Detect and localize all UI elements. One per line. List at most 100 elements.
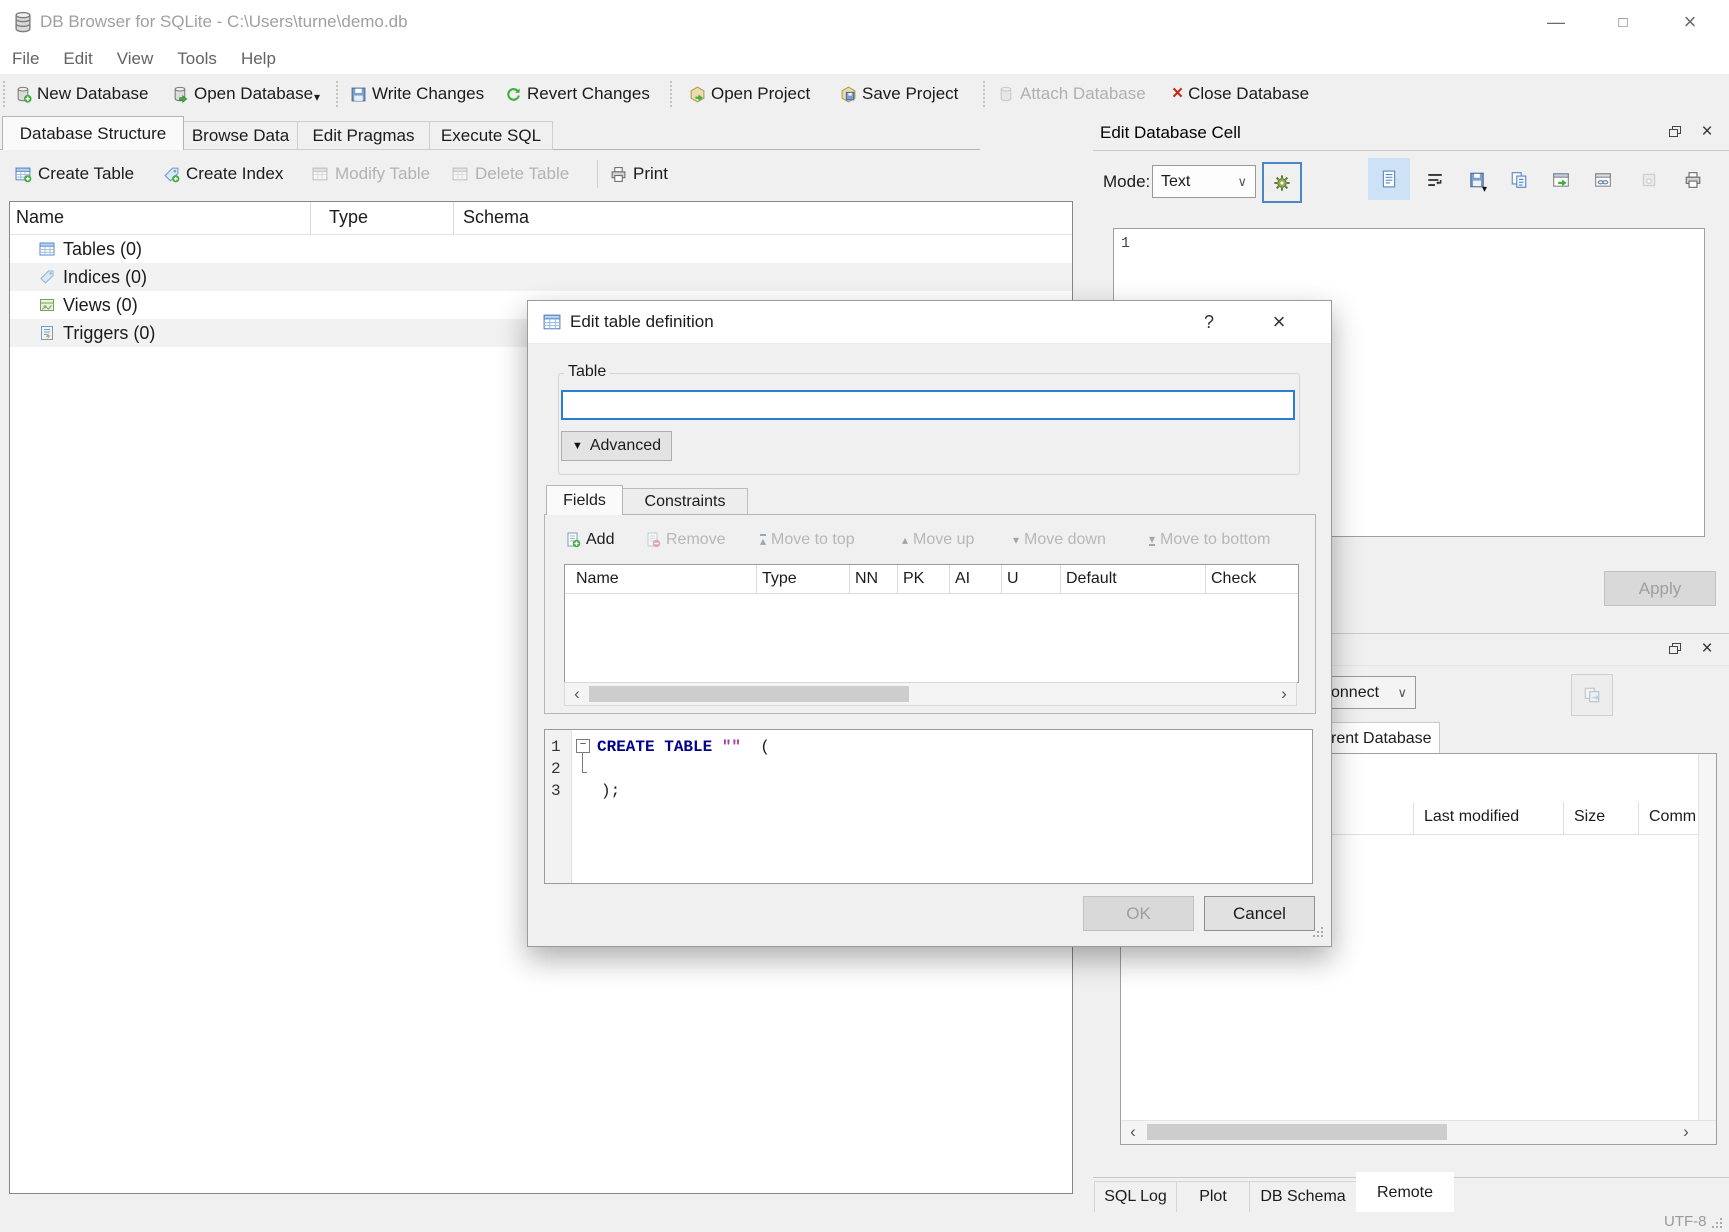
close-dock-icon[interactable]: × [1694, 120, 1720, 144]
col-default[interactable]: Default [1066, 570, 1117, 588]
create-table-button[interactable]: Create Table [15, 157, 134, 191]
remote-column-commit[interactable]: Comm [1649, 808, 1696, 826]
word-wrap-icon [1426, 171, 1444, 189]
tab-browse-data[interactable]: Browse Data [183, 121, 298, 150]
float-dock-icon[interactable] [1662, 637, 1688, 661]
print-button[interactable]: Print [610, 157, 668, 191]
col-type[interactable]: Type [762, 570, 797, 588]
advanced-button[interactable]: ▼ Advanced [561, 431, 672, 461]
close-button[interactable]: × [1665, 0, 1715, 44]
tab-db-schema[interactable]: DB Schema [1249, 1181, 1357, 1213]
menu-file[interactable]: File [0, 49, 51, 69]
fields-table[interactable]: Name Type NN PK AI U Default Check [564, 564, 1299, 683]
scrollbar-thumb[interactable] [589, 686, 909, 702]
remove-field-button[interactable]: Remove [645, 527, 726, 553]
remote-vertical-scrollbar[interactable] [1698, 754, 1716, 1121]
clone-database-button[interactable] [1571, 674, 1613, 716]
maximize-button[interactable]: □ [1598, 0, 1648, 44]
fold-marker-icon[interactable]: − [576, 739, 590, 753]
remote-column-size[interactable]: Size [1574, 808, 1605, 826]
help-button[interactable]: ? [1188, 306, 1230, 338]
open-project-button[interactable]: Open Project [689, 74, 810, 114]
scrollbar-thumb[interactable] [1147, 1124, 1447, 1140]
close-dock-icon[interactable]: × [1694, 637, 1720, 661]
identity-select[interactable]: onnect ∨ [1322, 676, 1416, 709]
tab-execute-sql[interactable]: Execute SQL [429, 121, 553, 150]
scroll-right-icon[interactable]: › [1274, 685, 1294, 703]
remote-column-last-modified[interactable]: Last modified [1424, 808, 1519, 826]
save-project-button[interactable]: Save Project [840, 74, 958, 114]
col-name[interactable]: Name [576, 570, 619, 588]
auto-switch-mode-button[interactable] [1262, 162, 1302, 203]
add-field-button[interactable]: Add [565, 527, 614, 553]
scroll-left-icon[interactable]: ‹ [567, 685, 587, 703]
tab-current-database[interactable]: rent Database [1322, 722, 1440, 754]
open-in-app-icon-button[interactable] [1584, 160, 1622, 200]
tree-column-name[interactable]: Name [16, 207, 64, 228]
text-mode-icon-button[interactable] [1368, 158, 1410, 200]
fields-horizontal-scrollbar[interactable]: ‹ › [564, 682, 1297, 706]
new-database-button[interactable]: New Database [15, 74, 149, 114]
clone-database-icon [1583, 686, 1601, 704]
mode-label: Mode: [1103, 172, 1150, 192]
create-index-button[interactable]: Create Index [163, 157, 283, 191]
open-database-dropdown[interactable]: ▾ [314, 82, 320, 112]
dialog-close-button[interactable]: × [1258, 306, 1300, 338]
menu-edit[interactable]: Edit [51, 49, 104, 69]
table-name-input[interactable] [561, 390, 1295, 420]
dropdown-arrow-icon: ▾ [1482, 184, 1487, 195]
import-data-icon-button[interactable]: ▾ [1458, 160, 1496, 200]
delete-table-button[interactable]: Delete Table [452, 157, 569, 191]
remote-horizontal-scrollbar[interactable]: ‹ › [1121, 1120, 1716, 1144]
export-data-icon-button[interactable] [1500, 160, 1538, 200]
tree-item-tables[interactable]: Tables (0) [10, 235, 1072, 263]
open-database-icon [172, 86, 189, 103]
minimize-button[interactable]: — [1531, 0, 1581, 44]
menu-tools[interactable]: Tools [165, 49, 229, 69]
open-database-button[interactable]: Open Database [172, 74, 313, 114]
tab-remote[interactable]: Remote [1356, 1172, 1454, 1214]
col-ai[interactable]: AI [955, 570, 970, 588]
menu-view[interactable]: View [105, 49, 166, 69]
ok-button[interactable]: OK [1083, 896, 1194, 931]
write-changes-button[interactable]: Write Changes [350, 74, 484, 114]
col-nn[interactable]: NN [855, 570, 878, 588]
move-to-top-button[interactable]: ▴ Move to top [760, 527, 855, 553]
move-up-button[interactable]: ▴ Move up [902, 527, 974, 553]
col-u[interactable]: U [1007, 570, 1019, 588]
revert-changes-button[interactable]: Revert Changes [505, 74, 650, 114]
col-check[interactable]: Check [1211, 570, 1256, 588]
word-wrap-icon-button[interactable] [1416, 160, 1454, 200]
cancel-button[interactable]: Cancel [1204, 896, 1315, 931]
set-as-null-icon-button[interactable] [1542, 160, 1580, 200]
scroll-right-icon[interactable]: › [1676, 1123, 1696, 1141]
tree-column-type[interactable]: Type [329, 207, 368, 228]
tab-constraints[interactable]: Constraints [622, 488, 748, 516]
modify-table-button[interactable]: Modify Table [312, 157, 430, 191]
tree-item-indices[interactable]: Indices (0) [10, 263, 1072, 291]
chevron-down-icon: ∨ [1237, 174, 1247, 190]
tab-fields[interactable]: Fields [546, 485, 623, 515]
save-cell-icon-button[interactable] [1630, 160, 1668, 200]
attach-database-button[interactable]: Attach Database [998, 74, 1146, 114]
move-to-bottom-button[interactable]: ▾ Move to bottom [1149, 527, 1270, 553]
tab-database-structure[interactable]: Database Structure [2, 116, 184, 150]
float-dock-icon[interactable] [1662, 120, 1688, 144]
col-pk[interactable]: PK [903, 570, 924, 588]
resize-grip[interactable] [1712, 1218, 1714, 1220]
mode-select[interactable]: Text ∨ [1152, 165, 1256, 198]
tab-edit-pragmas[interactable]: Edit Pragmas [297, 121, 430, 150]
close-database-button[interactable]: × Close Database [1172, 74, 1309, 114]
tree-column-schema[interactable]: Schema [463, 207, 529, 228]
tab-plot[interactable]: Plot [1176, 1181, 1250, 1213]
app-db-icon [12, 11, 34, 33]
dialog-titlebar[interactable]: Edit table definition ? × [528, 301, 1331, 344]
toolbar-grip[interactable] [3, 81, 5, 107]
dialog-resize-grip[interactable] [1313, 927, 1315, 929]
scroll-left-icon[interactable]: ‹ [1123, 1123, 1143, 1141]
menu-help[interactable]: Help [229, 49, 288, 69]
print-cell-icon-button[interactable] [1674, 160, 1712, 200]
apply-button[interactable]: Apply [1604, 571, 1716, 606]
move-down-button[interactable]: ▾ Move down [1013, 527, 1106, 553]
tab-sql-log[interactable]: SQL Log [1094, 1181, 1177, 1213]
